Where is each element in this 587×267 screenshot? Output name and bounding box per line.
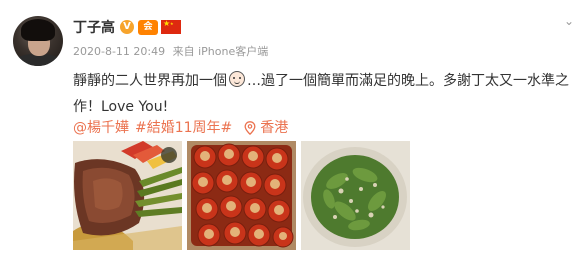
post-source: 来自 iPhone客户端	[172, 45, 269, 58]
post-header: 丁子高 V 会 ★ ★	[73, 17, 181, 37]
mention-link[interactable]: @楊千嬅	[73, 118, 129, 138]
photo-spinach[interactable]	[301, 141, 410, 250]
location-link[interactable]: 香港	[260, 118, 288, 138]
post-timestamp[interactable]: 2020-8-11 20:49	[73, 45, 165, 58]
username[interactable]: 丁子高	[73, 17, 115, 37]
photo-grid	[73, 141, 415, 250]
hashtag-link[interactable]: #結婚11周年#	[135, 118, 232, 138]
verified-badge-icon[interactable]: V	[120, 20, 134, 34]
photo-steak[interactable]	[73, 141, 182, 250]
post-text-part-1: 靜靜的二人世界再加一個	[73, 73, 227, 89]
photo-tomatoes[interactable]	[187, 141, 296, 250]
post-tags: @楊千嬅 #結婚11周年# 香港	[73, 118, 294, 138]
location-pin-icon	[244, 121, 256, 135]
chevron-down-icon[interactable]: ⌄	[563, 15, 575, 27]
member-badge-icon[interactable]: 会	[138, 19, 158, 35]
weibo-post-card: 丁子高 V 会 ★ ★ ⌄ 2020-8-11 20:49 来自 iPhone客户…	[0, 0, 587, 267]
post-meta: 2020-8-11 20:49 来自 iPhone客户端	[73, 43, 268, 59]
china-flag-icon: ★ ★	[161, 19, 181, 34]
avatar[interactable]	[13, 16, 63, 66]
smile-emoji-icon	[229, 71, 245, 87]
post-content: 靜靜的二人世界再加一個 …過了一個簡單而滿足的晚上。多謝丁太又一水準之作！Love…	[73, 68, 573, 120]
